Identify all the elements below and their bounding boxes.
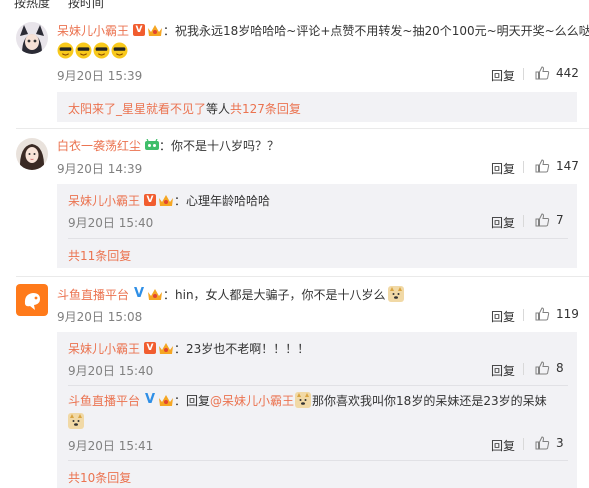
view-all-replies-link[interactable]: 共11条回复 <box>68 247 131 264</box>
like-count: 442 <box>556 66 579 80</box>
reply-button[interactable]: 回复 <box>491 308 515 325</box>
verified-badge-icon: V <box>133 24 146 36</box>
verified-badge-icon: V <box>144 392 156 407</box>
cool-face-icon <box>57 42 74 58</box>
reply-line: 斗鱼直播平台 V ：回复 @呆妹儿小霸王 那你喜欢我叫你18岁的呆妹还是23岁的… <box>68 392 547 408</box>
reply-time: 9月20日 15:41 <box>68 439 154 453</box>
reply-username[interactable]: 呆妹儿小霸王 <box>68 192 140 209</box>
thumbs-up-icon <box>535 159 550 173</box>
comment-time: 9月20日 14:39 <box>57 162 143 176</box>
reply-line: 呆妹儿小霸王 V ：心理年龄哈哈哈 <box>68 192 270 208</box>
like-count: 147 <box>556 159 579 173</box>
reply-text: 那你喜欢我叫你18岁的呆妹还是23岁的呆妹 <box>312 393 547 408</box>
avatar[interactable] <box>16 284 48 316</box>
like-count: 119 <box>556 307 579 321</box>
verified-badge-icon: V <box>144 342 157 354</box>
comment-line: 呆妹儿小霸王 V ：祝我永远18岁哈哈哈~评论+点赞不用转发~抽20个100元~… <box>57 22 589 38</box>
comment-text: ：你不是十八岁吗？？ <box>159 138 280 153</box>
thumbs-up-icon <box>535 436 550 450</box>
reply-line: 呆妹儿小霸王 V ：23岁也不老啊！！！！ <box>68 340 309 356</box>
emoji-row <box>68 412 84 430</box>
thumbs-up-icon <box>535 361 550 375</box>
reply-time: 9月20日 15:40 <box>68 216 154 230</box>
comment-divider <box>16 128 589 129</box>
avatar[interactable] <box>16 138 48 170</box>
username[interactable]: 白衣一袭荡红尘 <box>57 137 141 154</box>
doge-emoji-icon <box>295 392 312 408</box>
username[interactable]: 斗鱼直播平台 <box>57 286 129 303</box>
view-all-replies-link[interactable]: 共10条回复 <box>68 469 131 486</box>
level-badge-icon <box>145 138 160 151</box>
reply-button[interactable]: 回复 <box>491 67 515 84</box>
view-all-replies-link[interactable]: 共127条回复 <box>230 100 301 117</box>
more-replies-line: 太阳来了_星星就看不见了 等人 共127条回复 <box>68 100 301 116</box>
vip-crown-icon <box>158 341 174 355</box>
sort-by-time[interactable]: 按时间 <box>68 0 104 10</box>
sort-bar: 按热度 按时间 <box>14 0 118 10</box>
vip-crown-icon <box>147 287 163 301</box>
avatar[interactable] <box>16 22 48 54</box>
username[interactable]: 呆妹儿小霸王 <box>57 22 129 39</box>
doge-emoji-icon <box>68 413 84 429</box>
reply-divider <box>68 385 568 386</box>
comment-divider <box>16 276 589 277</box>
like-count: 7 <box>556 213 564 227</box>
verified-badge-icon: V <box>144 194 157 206</box>
reply-button[interactable]: 回复 <box>491 437 515 454</box>
reply-text-prefix: ：回复 <box>174 393 211 408</box>
comment-line: 斗鱼直播平台 V ：hin，女人都是大骗子，你不是十八岁么 <box>57 286 404 302</box>
cool-face-icon <box>111 42 128 58</box>
reply-button[interactable]: 回复 <box>491 362 515 379</box>
divider <box>523 363 524 375</box>
comment-line: 白衣一袭荡红尘 ：你不是十八岁吗？？ <box>57 137 279 153</box>
cool-face-icon <box>93 42 110 58</box>
reply-button[interactable]: 回复 <box>491 160 515 177</box>
cool-face-icon <box>75 42 92 58</box>
reply-time: 9月20日 15:40 <box>68 364 154 378</box>
reply-divider <box>68 460 568 461</box>
divider <box>523 438 524 450</box>
reply-text: ：心理年龄哈哈哈 <box>174 193 271 208</box>
vip-crown-icon <box>147 23 163 37</box>
comment-text: ：祝我永远18岁哈哈哈~评论+点赞不用转发~抽20个100元~明天开奖~么么哒 <box>163 23 589 38</box>
reply-divider <box>68 238 568 239</box>
thumbs-up-icon <box>535 307 550 321</box>
verified-badge-icon: V <box>133 286 145 301</box>
like-button[interactable]: 119 <box>535 307 579 321</box>
like-button[interactable]: 147 <box>535 159 579 173</box>
thumbs-up-icon <box>535 213 550 227</box>
reply-user-link[interactable]: 太阳来了_星星就看不见了 <box>68 100 206 117</box>
like-button[interactable]: 8 <box>535 361 564 375</box>
reply-username[interactable]: 斗鱼直播平台 <box>68 392 140 409</box>
others-text: 等人 <box>206 101 231 116</box>
comment-time: 9月20日 15:39 <box>57 69 143 83</box>
comment-time: 9月20日 15:08 <box>57 310 143 324</box>
mention-link[interactable]: @呆妹儿小霸王 <box>210 392 294 409</box>
sort-by-hot[interactable]: 按热度 <box>14 0 50 10</box>
doge-emoji-icon <box>387 286 404 302</box>
divider <box>523 215 524 227</box>
comment-text: ：hin，女人都是大骗子，你不是十八岁么 <box>163 287 386 302</box>
reply-text: ：23岁也不老啊！！！！ <box>174 341 310 356</box>
more-replies-line: 共11条回复 <box>68 247 131 263</box>
vip-crown-icon <box>158 393 174 407</box>
like-button[interactable]: 3 <box>535 436 564 450</box>
thumbs-up-icon <box>535 66 550 80</box>
divider <box>523 68 524 80</box>
more-replies-line: 共10条回复 <box>68 469 131 485</box>
like-count: 3 <box>556 436 564 450</box>
like-count: 8 <box>556 361 564 375</box>
reply-button[interactable]: 回复 <box>491 214 515 231</box>
emoji-row <box>57 41 128 59</box>
divider <box>523 309 524 321</box>
like-button[interactable]: 442 <box>535 66 579 80</box>
reply-username[interactable]: 呆妹儿小霸王 <box>68 340 140 357</box>
like-button[interactable]: 7 <box>535 213 564 227</box>
vip-crown-icon <box>158 193 174 207</box>
divider <box>523 161 524 173</box>
